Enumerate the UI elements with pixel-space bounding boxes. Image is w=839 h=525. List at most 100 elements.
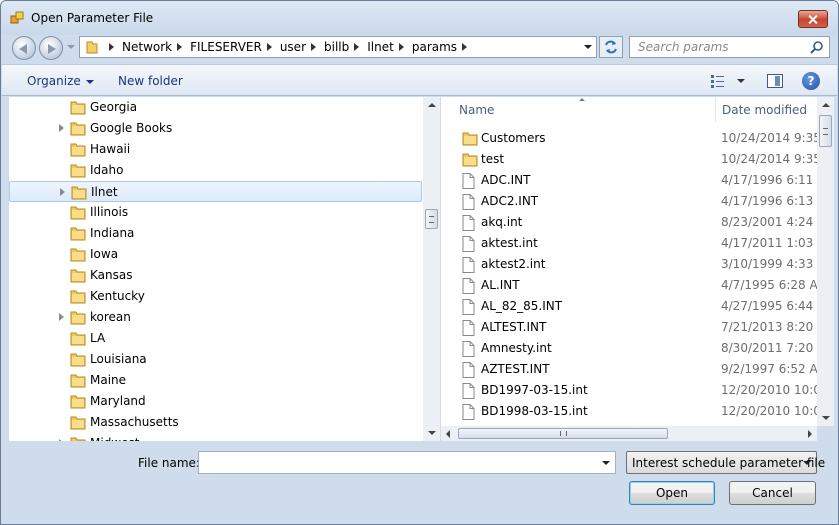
tree-item[interactable]: Kansas bbox=[9, 265, 422, 286]
breadcrumb-separator-icon[interactable] bbox=[398, 43, 404, 51]
scroll-thumb[interactable] bbox=[819, 115, 832, 147]
file-row[interactable]: AZTEST.INT 9/2/1997 6:52 AM bbox=[441, 359, 817, 380]
tree-item[interactable]: Massachusetts bbox=[9, 412, 422, 433]
file-row[interactable]: ALTEST.INT 7/21/2013 8:20 PM bbox=[441, 317, 817, 338]
open-button[interactable]: Open bbox=[629, 481, 715, 505]
organize-menu[interactable]: Organize bbox=[27, 74, 94, 88]
tree-item[interactable]: Maryland bbox=[9, 391, 422, 412]
expand-arrow-icon[interactable] bbox=[59, 313, 64, 321]
expand-arrow-icon[interactable] bbox=[60, 188, 65, 196]
breadcrumb-item[interactable]: billb bbox=[324, 40, 349, 54]
file-name: BD1998-03-15.int bbox=[481, 404, 588, 418]
address-bar[interactable]: Network FILESERVER user billb Ilnet params bbox=[79, 36, 597, 58]
file-row[interactable]: AL.INT 4/7/1995 6:28 AM bbox=[441, 275, 817, 296]
breadcrumb: Network FILESERVER user billb Ilnet params bbox=[104, 40, 475, 54]
tree-item-label: Illinois bbox=[90, 205, 129, 219]
file-row[interactable]: Amnesty.int 8/30/2011 7:20 PM bbox=[441, 338, 817, 359]
breadcrumb-item[interactable]: params bbox=[412, 40, 457, 54]
tree-item[interactable]: Illinois bbox=[9, 202, 422, 223]
search-input[interactable]: Search params bbox=[638, 40, 729, 54]
scroll-right-icon[interactable] bbox=[808, 430, 812, 438]
tree-item-label: Iowa bbox=[90, 247, 119, 261]
file-row[interactable]: ADC.INT 4/17/1996 6:11 AM bbox=[441, 170, 817, 191]
tree-item[interactable]: Hawaii bbox=[9, 139, 422, 160]
folder-icon bbox=[70, 100, 86, 118]
file-row[interactable]: Customers 10/24/2014 9:35 AM bbox=[441, 128, 817, 149]
breadcrumb-item[interactable]: FILESERVER bbox=[190, 40, 262, 54]
tree-item[interactable]: Ilnet bbox=[9, 181, 422, 202]
file-list-hscrollbar[interactable] bbox=[441, 426, 817, 441]
scroll-up-icon[interactable] bbox=[428, 103, 436, 107]
new-folder-button[interactable]: New folder bbox=[118, 74, 183, 88]
file-row[interactable]: akq.int 8/23/2001 4:24 AM bbox=[441, 212, 817, 233]
address-dropdown-icon[interactable] bbox=[584, 45, 592, 49]
preview-pane-button[interactable] bbox=[767, 74, 783, 88]
breadcrumb-separator-icon[interactable] bbox=[354, 43, 360, 51]
tree-item-label: Georgia bbox=[90, 100, 138, 114]
filename-field[interactable] bbox=[198, 451, 616, 474]
file-name: ADC.INT bbox=[481, 173, 531, 187]
file-date: 10/24/2014 9:35 AM bbox=[721, 131, 817, 145]
scroll-down-icon[interactable] bbox=[822, 416, 830, 420]
help-button[interactable]: ? bbox=[802, 72, 820, 90]
tree-item[interactable]: Kentucky bbox=[9, 286, 422, 307]
folder-icon bbox=[71, 185, 87, 203]
filename-dropdown-icon[interactable] bbox=[602, 461, 610, 465]
folder-icon bbox=[86, 41, 98, 54]
breadcrumb-item[interactable]: user bbox=[280, 40, 306, 54]
filetype-select[interactable]: Interest schedule parameter file bbox=[626, 451, 825, 474]
file-list-scrollbar[interactable] bbox=[817, 97, 834, 426]
search-icon[interactable] bbox=[810, 40, 824, 54]
file-row[interactable]: aktest2.int 3/10/1999 4:33 AM bbox=[441, 254, 817, 275]
close-button[interactable] bbox=[798, 10, 828, 28]
refresh-button[interactable] bbox=[599, 36, 623, 58]
breadcrumb-separator-icon[interactable] bbox=[462, 43, 468, 51]
column-header-name[interactable]: Name bbox=[441, 97, 715, 122]
file-icon bbox=[462, 278, 475, 297]
hscroll-thumb[interactable] bbox=[458, 428, 668, 439]
back-button[interactable] bbox=[12, 36, 36, 60]
scroll-thumb[interactable] bbox=[425, 209, 438, 229]
tree-item[interactable]: Indiana bbox=[9, 223, 422, 244]
breadcrumb-item[interactable]: Network bbox=[122, 40, 172, 54]
file-row[interactable]: ADC2.INT 4/17/1996 6:13 AM bbox=[441, 191, 817, 212]
tree-item[interactable]: Georgia bbox=[9, 97, 422, 118]
scroll-left-icon[interactable] bbox=[446, 430, 450, 438]
file-list: Name Date modified Customers 10/24/2014 9… bbox=[441, 97, 817, 426]
expand-arrow-icon[interactable] bbox=[59, 124, 64, 132]
forward-button[interactable] bbox=[39, 36, 63, 60]
breadcrumb-separator-icon[interactable] bbox=[266, 43, 272, 51]
navigation-scrollbar[interactable] bbox=[423, 97, 440, 441]
breadcrumb-separator-icon[interactable] bbox=[177, 43, 183, 51]
tree-item[interactable]: Midwest bbox=[9, 433, 422, 441]
file-row[interactable]: BD1998-03-15.int 12/20/2010 10:00 AM bbox=[441, 401, 817, 422]
recent-locations-chevron-icon[interactable] bbox=[67, 45, 75, 49]
tree-item[interactable]: Iowa bbox=[9, 244, 422, 265]
tree-item[interactable]: Louisiana bbox=[9, 349, 422, 370]
file-icon bbox=[462, 341, 475, 360]
folder-icon bbox=[70, 226, 86, 244]
column-header-date[interactable]: Date modified bbox=[715, 97, 817, 122]
tree-item[interactable]: Google Books bbox=[9, 118, 422, 139]
scroll-up-icon[interactable] bbox=[822, 103, 830, 107]
tree-item-label: Kentucky bbox=[90, 289, 145, 303]
change-view-icon[interactable] bbox=[711, 74, 747, 88]
cancel-button[interactable]: Cancel bbox=[729, 481, 816, 505]
breadcrumb-item[interactable]: Ilnet bbox=[367, 40, 394, 54]
tree-item[interactable]: Maine bbox=[9, 370, 422, 391]
file-row[interactable]: BD1997-03-15.int 12/20/2010 10:06 AM bbox=[441, 380, 817, 401]
file-name: ALTEST.INT bbox=[481, 320, 547, 334]
file-row[interactable]: AL_82_85.INT 4/27/1995 6:44 AM bbox=[441, 296, 817, 317]
breadcrumb-separator-icon[interactable] bbox=[311, 43, 317, 51]
tree-item[interactable]: Idaho bbox=[9, 160, 422, 181]
tree-item[interactable]: LA bbox=[9, 328, 422, 349]
file-icon bbox=[462, 320, 475, 339]
expand-arrow-icon[interactable] bbox=[59, 439, 64, 441]
folder-icon bbox=[70, 205, 86, 223]
file-row[interactable]: aktest.int 4/17/2011 1:03 PM bbox=[441, 233, 817, 254]
file-row[interactable]: test 10/24/2014 9:35 AM bbox=[441, 149, 817, 170]
search-box[interactable]: Search params bbox=[629, 36, 830, 58]
tree-item[interactable]: korean bbox=[9, 307, 422, 328]
scroll-down-icon[interactable] bbox=[428, 431, 436, 435]
breadcrumb-separator-icon[interactable] bbox=[109, 43, 114, 51]
